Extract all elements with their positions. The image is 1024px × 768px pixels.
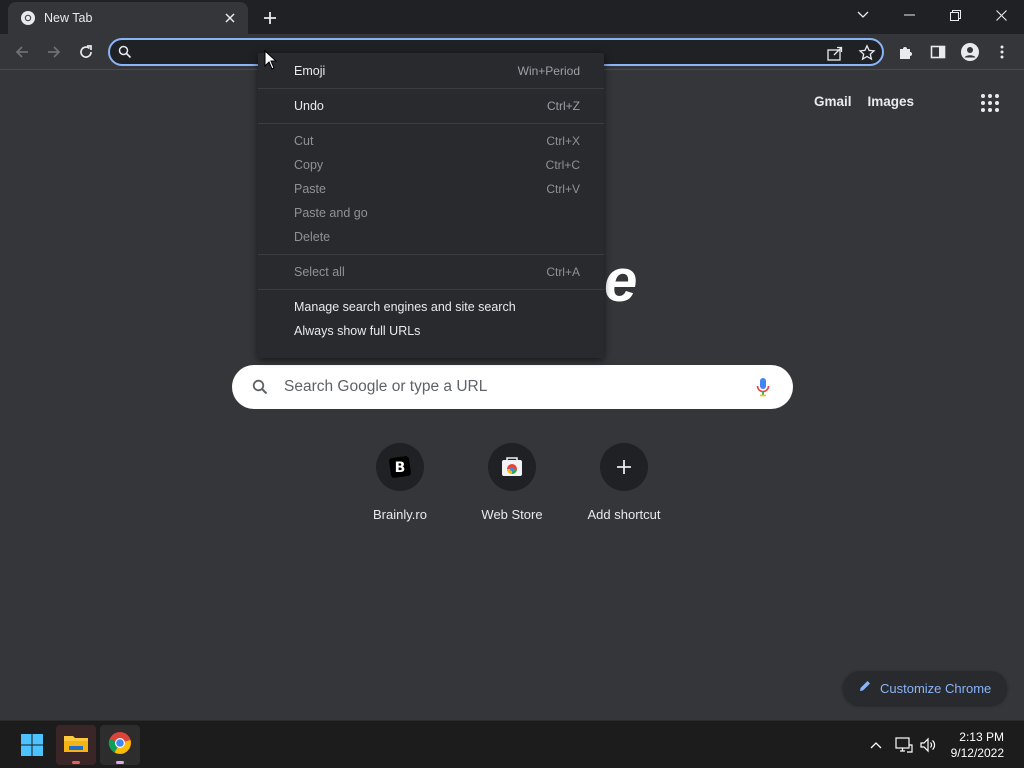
menu-item-paste[interactable]: Paste Ctrl+V [258, 177, 604, 201]
clock-time: 2:13 PM [959, 730, 1004, 744]
menu-item-manage-search-engines-and-site-search[interactable]: Manage search engines and site search [258, 295, 604, 319]
menu-item-label: Select all [294, 265, 345, 279]
search-icon [118, 45, 132, 59]
shortcut-label: Add shortcut [587, 507, 661, 522]
menu-item-paste-and-go[interactable]: Paste and go [258, 201, 604, 225]
menu-item-cut[interactable]: Cut Ctrl+X [258, 129, 604, 153]
close-icon[interactable] [222, 10, 238, 26]
chrome-icon [108, 731, 132, 760]
tab-new-tab[interactable]: New Tab [8, 2, 248, 34]
clock-date: 9/12/2022 [950, 746, 1004, 760]
title-bar: New Tab [0, 0, 1024, 34]
ntp-search-box[interactable]: Search Google or type a URL [232, 365, 793, 409]
images-link[interactable]: Images [867, 94, 914, 109]
chrome-taskbar-button[interactable] [100, 725, 140, 765]
webstore-icon [488, 443, 536, 491]
tab-title: New Tab [44, 11, 93, 25]
menu-item-shortcut: Ctrl+C [545, 158, 580, 172]
restore-button[interactable] [932, 0, 978, 30]
menu-separator [258, 88, 604, 89]
shortcut-label: Brainly.ro [373, 507, 427, 522]
tab-search-button[interactable] [840, 0, 886, 30]
menu-item-shortcut: Ctrl+V [546, 182, 580, 196]
folder-icon [63, 732, 89, 759]
microphone-icon[interactable] [756, 377, 770, 397]
context-menu: Emoji Win+Period Undo Ctrl+Z Cut Ctrl+X Copy Ct… [258, 53, 604, 358]
taskbar-indicator [116, 761, 124, 764]
volume-icon[interactable] [918, 735, 938, 755]
ntp-header-links: Gmail Images [814, 94, 914, 109]
new-tab-button[interactable] [258, 6, 282, 30]
more-menu-icon[interactable] [988, 38, 1016, 66]
menu-item-shortcut: Ctrl+A [546, 265, 580, 279]
shortcut-web-store[interactable]: Web Store [456, 443, 568, 522]
google-logo: e [604, 247, 638, 314]
gmail-link[interactable]: Gmail [814, 94, 852, 109]
menu-item-undo[interactable]: Undo Ctrl+Z [258, 94, 604, 118]
menu-item-copy[interactable]: Copy Ctrl+C [258, 153, 604, 177]
side-panel-icon[interactable] [924, 38, 952, 66]
menu-item-label: Always show full URLs [294, 324, 421, 338]
shortcut-add[interactable]: Add shortcut [568, 443, 680, 522]
menu-item-shortcut: Ctrl+Z [547, 99, 580, 113]
file-explorer-button[interactable] [56, 725, 96, 765]
chevron-up-icon[interactable] [866, 735, 886, 755]
share-icon[interactable] [826, 44, 844, 62]
chrome-icon [20, 10, 36, 26]
customize-chrome-button[interactable]: Customize Chrome [843, 671, 1007, 705]
search-icon [252, 379, 268, 395]
plus-icon [600, 443, 648, 491]
menu-item-delete[interactable]: Delete [258, 225, 604, 249]
mouse-cursor-icon [264, 49, 278, 70]
close-window-button[interactable] [978, 0, 1024, 30]
pencil-icon [858, 679, 872, 698]
taskbar-indicator [72, 761, 80, 764]
reload-button[interactable] [72, 38, 100, 66]
menu-item-emoji[interactable]: Emoji Win+Period [258, 59, 604, 83]
svg-text:B: B [395, 460, 406, 476]
profile-avatar-icon[interactable] [956, 38, 984, 66]
menu-separator [258, 289, 604, 290]
menu-separator [258, 254, 604, 255]
bookmark-star-icon[interactable] [858, 44, 876, 62]
menu-item-label: Paste and go [294, 206, 368, 220]
search-placeholder: Search Google or type a URL [284, 378, 488, 395]
customize-label: Customize Chrome [880, 680, 992, 696]
shortcut-brainly[interactable]: B Brainly.ro [344, 443, 456, 522]
menu-item-shortcut: Ctrl+X [546, 134, 580, 148]
forward-button[interactable] [40, 38, 68, 66]
menu-item-label: Paste [294, 182, 326, 196]
menu-item-select-all[interactable]: Select all Ctrl+A [258, 260, 604, 284]
taskbar: 2:13 PM 9/12/2022 [0, 720, 1024, 768]
back-button[interactable] [8, 38, 36, 66]
menu-item-always-show-full-urls[interactable]: Always show full URLs [258, 319, 604, 343]
menu-item-label: Manage search engines and site search [294, 300, 516, 314]
extensions-puzzle-icon[interactable] [892, 38, 920, 66]
brainly-icon: B [376, 443, 424, 491]
menu-item-label: Copy [294, 158, 324, 172]
menu-separator [258, 123, 604, 124]
system-clock[interactable]: 2:13 PM 9/12/2022 [951, 729, 1004, 761]
shortcut-label: Web Store [481, 507, 543, 522]
google-apps-grid-icon[interactable] [978, 91, 1002, 115]
menu-item-label: Undo [294, 99, 324, 113]
minimize-button[interactable] [886, 0, 932, 30]
menu-item-shortcut: Win+Period [517, 64, 580, 78]
start-button[interactable] [12, 725, 52, 765]
menu-item-label: Cut [294, 134, 314, 148]
menu-item-label: Delete [294, 230, 331, 244]
network-icon[interactable] [894, 735, 914, 755]
menu-item-label: Emoji [294, 64, 326, 78]
